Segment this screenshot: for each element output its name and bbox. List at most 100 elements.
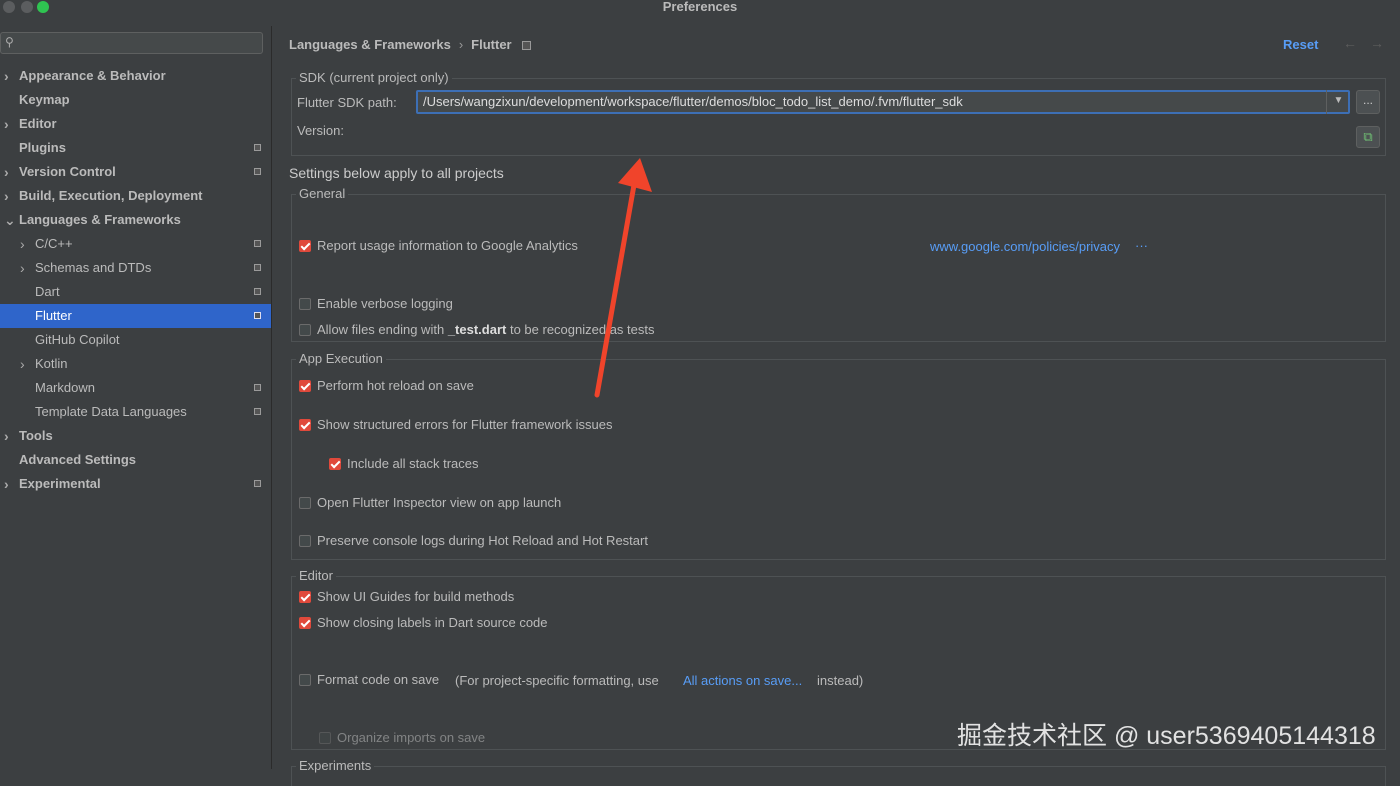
- stack-traces-checkbox-box[interactable]: [329, 458, 341, 470]
- breadcrumb-separator: ›: [458, 37, 464, 52]
- all-actions-on-save-link[interactable]: All actions on save...: [683, 673, 802, 688]
- format-on-save-label: Format code on save: [317, 672, 440, 687]
- analytics-checkbox-box[interactable]: [299, 240, 311, 252]
- experiments-group: Experiments: [291, 758, 1386, 786]
- breadcrumb: Languages & Frameworks › Flutter: [289, 37, 531, 52]
- sidebar-item-label: Dart: [35, 284, 60, 299]
- watermark: 掘金技术社区 @ user5369405144318: [957, 722, 1376, 750]
- sidebar: ⚲ › Appearance & Behavior Keymap › Editor Plu…: [0, 26, 272, 769]
- project-scope-icon: [521, 41, 531, 51]
- preserve-logs-checkbox-box[interactable]: [299, 535, 311, 547]
- search-input[interactable]: ⚲: [0, 32, 263, 54]
- sidebar-item-template-data-languages[interactable]: Template Data Languages: [0, 400, 271, 424]
- structured-errors-checkbox[interactable]: Show structured errors for Flutter frame…: [299, 417, 612, 432]
- sidebar-item-c-c[interactable]: › C/C++: [0, 232, 271, 256]
- closing-labels-checkbox[interactable]: Show closing labels in Dart source code: [299, 615, 548, 630]
- hot-reload-checkbox-box[interactable]: [299, 380, 311, 392]
- window-title: Preferences: [662, 0, 738, 14]
- reset-button[interactable]: Reset: [1283, 37, 1318, 52]
- sidebar-item-label: Languages & Frameworks: [19, 212, 181, 227]
- preserve-logs-checkbox[interactable]: Preserve console logs during Hot Reload …: [299, 533, 648, 548]
- test-files-suffix: to be recognized as tests: [509, 322, 655, 337]
- sidebar-item-languages-frameworks[interactable]: ⌄ Languages & Frameworks: [0, 208, 271, 232]
- ui-guides-checkbox-box[interactable]: [299, 591, 311, 603]
- sdk-path-dropdown[interactable]: ▼: [1326, 90, 1350, 114]
- project-scope-icon: [254, 312, 261, 319]
- title-bar: Preferences: [0, 0, 1400, 14]
- sidebar-item-label: Appearance & Behavior: [19, 68, 166, 83]
- window-close-button[interactable]: [3, 1, 15, 13]
- sidebar-item-label: Flutter: [35, 308, 72, 323]
- version-label: Version:: [297, 123, 344, 138]
- browse-sdk-button[interactable]: ...: [1356, 90, 1380, 114]
- sidebar-item-appearance-behavior[interactable]: › Appearance & Behavior: [0, 64, 271, 88]
- sidebar-item-editor[interactable]: › Editor: [0, 112, 271, 136]
- chevron-right-icon[interactable]: ›: [20, 256, 25, 280]
- project-scope-icon: [254, 384, 261, 391]
- organize-imports-checkbox[interactable]: Organize imports on save: [319, 730, 485, 745]
- sidebar-item-advanced-settings[interactable]: Advanced Settings: [0, 448, 271, 472]
- sidebar-item-markdown[interactable]: Markdown: [0, 376, 271, 400]
- chevron-right-icon[interactable]: ›: [4, 112, 9, 136]
- sidebar-item-label: Keymap: [19, 92, 70, 107]
- inspector-label: Open Flutter Inspector view on app launc…: [317, 495, 562, 510]
- sidebar-item-kotlin[interactable]: › Kotlin: [0, 352, 271, 376]
- sidebar-item-label: Markdown: [35, 380, 95, 395]
- copy-version-button[interactable]: ⧉: [1356, 126, 1380, 148]
- structured-errors-label: Show structured errors for Flutter frame…: [317, 417, 613, 432]
- inspector-checkbox-box[interactable]: [299, 497, 311, 509]
- chevron-right-icon[interactable]: ›: [4, 472, 9, 496]
- window-minimize-button[interactable]: [21, 1, 33, 13]
- chevron-right-icon[interactable]: ›: [4, 160, 9, 184]
- organize-imports-checkbox-box[interactable]: [319, 732, 331, 744]
- sidebar-item-build-execution-deployment[interactable]: › Build, Execution, Deployment: [0, 184, 271, 208]
- sidebar-item-flutter[interactable]: Flutter: [0, 304, 271, 328]
- sidebar-item-dart[interactable]: Dart: [0, 280, 271, 304]
- stack-traces-checkbox[interactable]: Include all stack traces: [329, 456, 479, 471]
- format-on-save-checkbox-box[interactable]: [299, 674, 311, 686]
- test-files-checkbox[interactable]: Allow files ending with _test.dart to be…: [299, 322, 655, 337]
- format-on-save-checkbox[interactable]: Format code on save: [299, 672, 439, 687]
- stack-traces-label: Include all stack traces: [347, 456, 479, 471]
- verbose-logging-checkbox[interactable]: Enable verbose logging: [299, 296, 453, 311]
- sidebar-item-label: Experimental: [19, 476, 101, 491]
- chevron-right-icon[interactable]: ›: [4, 184, 9, 208]
- verbose-logging-checkbox-box[interactable]: [299, 298, 311, 310]
- inspector-checkbox[interactable]: Open Flutter Inspector view on app launc…: [299, 495, 561, 510]
- sidebar-item-version-control[interactable]: › Version Control: [0, 160, 271, 184]
- more-icon[interactable]: ···: [1135, 238, 1148, 253]
- chevron-right-icon[interactable]: ›: [4, 64, 9, 88]
- closing-labels-checkbox-box[interactable]: [299, 617, 311, 629]
- sidebar-item-plugins[interactable]: Plugins: [0, 136, 271, 160]
- structured-errors-checkbox-box[interactable]: [299, 419, 311, 431]
- sidebar-item-label: Schemas and DTDs: [35, 260, 152, 275]
- sdk-path-input[interactable]: /Users/wangzixun/development/workspace/f…: [416, 90, 1350, 114]
- breadcrumb-languages[interactable]: Languages & Frameworks: [289, 37, 451, 52]
- chevron-down-icon[interactable]: ⌄: [4, 208, 16, 232]
- privacy-policy-link[interactable]: www.google.com/policies/privacy: [930, 239, 1120, 254]
- settings-heading: Settings below apply to all projects: [289, 165, 504, 181]
- chevron-down-icon: ▼: [1333, 95, 1344, 106]
- general-group: General: [291, 186, 1386, 342]
- ui-guides-label: Show UI Guides for build methods: [317, 589, 515, 604]
- back-arrow-icon[interactable]: ←: [1343, 35, 1357, 51]
- sidebar-item-tools[interactable]: › Tools: [0, 424, 271, 448]
- hot-reload-checkbox[interactable]: Perform hot reload on save: [299, 378, 474, 393]
- sidebar-item-schemas-and-dtds[interactable]: › Schemas and DTDs: [0, 256, 271, 280]
- sidebar-item-github-copilot[interactable]: GitHub Copilot: [0, 328, 271, 352]
- ui-guides-checkbox[interactable]: Show UI Guides for build methods: [299, 589, 514, 604]
- preserve-logs-label: Preserve console logs during Hot Reload …: [317, 533, 648, 548]
- sidebar-item-experimental[interactable]: › Experimental: [0, 472, 271, 496]
- settings-tree: › Appearance & Behavior Keymap › Editor Plugi…: [0, 64, 271, 496]
- sidebar-item-label: Plugins: [19, 140, 66, 155]
- chevron-right-icon[interactable]: ›: [4, 424, 9, 448]
- forward-arrow-icon[interactable]: →: [1370, 35, 1384, 51]
- sdk-path-label: Flutter SDK path:: [297, 95, 397, 110]
- sidebar-item-keymap[interactable]: Keymap: [0, 88, 271, 112]
- editor-group-title: Editor: [296, 568, 336, 583]
- window-maximize-button[interactable]: [37, 1, 49, 13]
- chevron-right-icon[interactable]: ›: [20, 352, 25, 376]
- test-files-checkbox-box[interactable]: [299, 324, 311, 336]
- chevron-right-icon[interactable]: ›: [20, 232, 25, 256]
- analytics-checkbox[interactable]: Report usage information to Google Analy…: [299, 238, 578, 253]
